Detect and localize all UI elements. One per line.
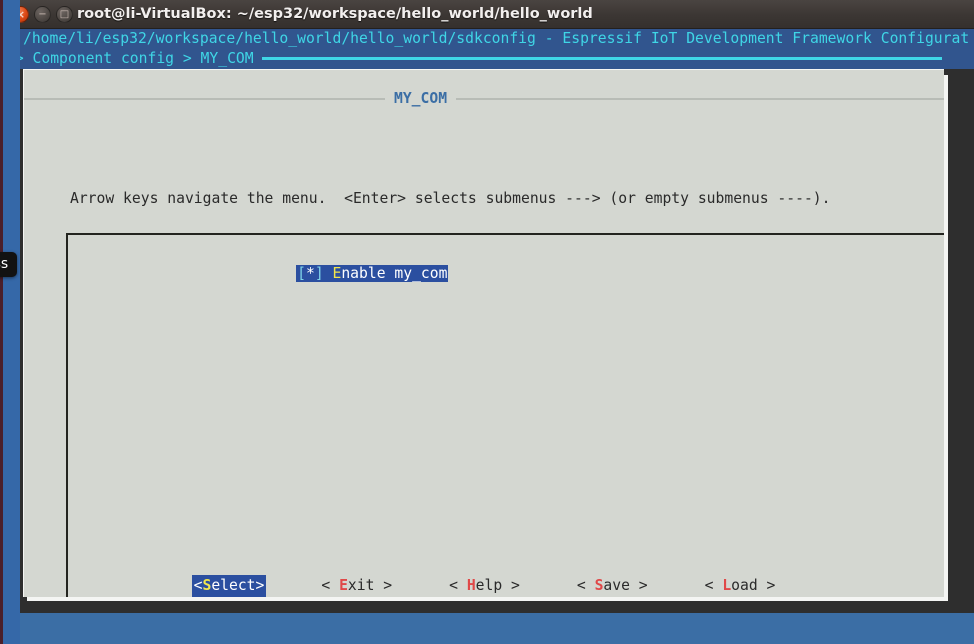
help-hotkey: H <box>466 576 476 594</box>
help-line-1: Arrow keys navigate the menu. <Enter> se… <box>70 190 831 207</box>
terminal-window: × − □ root@li-VirtualBox: ~/esp32/worksp… <box>3 0 974 613</box>
help-prefix: < <box>449 576 467 594</box>
window-title: root@li-VirtualBox: ~/esp32/workspace/he… <box>77 6 593 22</box>
load-rest: oad <box>731 576 758 594</box>
dialog-button-bar: <Select> < Exit > < Help > < Save > < Lo… <box>24 573 944 597</box>
exit-button[interactable]: < Exit > <box>319 575 394 597</box>
checkbox-bracket-open: [ <box>297 265 306 282</box>
dialog-highlight-bottom <box>27 597 948 601</box>
checkbox-bracket-close: ] <box>314 265 324 282</box>
unity-launcher[interactable] <box>0 0 20 644</box>
dialog-frame-title-row: MY_COM <box>24 90 944 107</box>
exit-suffix: > <box>374 576 393 594</box>
dialog-highlight-right <box>944 75 948 601</box>
window-titlebar[interactable]: × − □ root@li-VirtualBox: ~/esp32/worksp… <box>3 0 974 29</box>
frame-rule-right <box>456 98 944 100</box>
desktop-background <box>0 613 974 644</box>
launcher-tooltip: ess <box>0 252 18 277</box>
menuconfig-dialog: MY_COM Arrow keys navigate the menu. <En… <box>23 69 944 597</box>
screen: × − □ root@li-VirtualBox: ~/esp32/worksp… <box>0 0 974 644</box>
select-hotkey: S <box>202 576 212 594</box>
minimize-glyph: − <box>38 8 47 20</box>
maximize-glyph: □ <box>59 8 70 20</box>
frame-rule-left <box>24 98 385 100</box>
save-prefix: < <box>576 576 595 594</box>
list-item[interactable]: [*] Enable my_com <box>190 245 449 282</box>
exit-hotkey: E <box>339 576 348 594</box>
breadcrumb-line: i> Component config > MY_COM <box>6 49 974 69</box>
save-suffix: > <box>629 576 648 594</box>
terminal-body: /home/li/esp32/workspace/hello_world/hel… <box>3 29 974 613</box>
checkbox-state-icon: * <box>305 265 315 282</box>
exit-rest: xit <box>347 576 375 594</box>
load-button[interactable]: < Load > <box>703 575 778 597</box>
breadcrumb-text: i> Component config > MY_COM <box>6 50 254 67</box>
dialog-title: MY_COM <box>394 90 448 107</box>
select-button[interactable]: <Select> <box>191 574 267 597</box>
exit-prefix: < <box>321 576 340 594</box>
item-label: nable my_com <box>341 265 448 282</box>
config-item-enable-my-com[interactable]: [*] Enable my_com <box>296 265 449 282</box>
select-rest: elect <box>211 576 256 594</box>
help-rest: elp <box>475 576 503 594</box>
save-button[interactable]: < Save > <box>575 575 650 597</box>
launcher-edge <box>0 0 3 644</box>
load-hotkey: L <box>722 576 732 594</box>
menuconfig-header: /home/li/esp32/workspace/hello_world/hel… <box>6 29 974 69</box>
save-rest: ave <box>603 576 630 594</box>
help-suffix: > <box>502 576 520 594</box>
item-gap <box>324 265 333 282</box>
minimize-icon[interactable]: − <box>34 6 51 23</box>
select-suffix: > <box>255 576 265 594</box>
load-suffix: > <box>757 576 776 594</box>
window-controls: × − □ <box>12 6 73 23</box>
load-prefix: < <box>704 576 723 594</box>
maximize-icon[interactable]: □ <box>56 6 73 23</box>
help-button[interactable]: < Help > <box>447 575 522 597</box>
header-path-line: /home/li/esp32/workspace/hello_world/hel… <box>23 30 970 47</box>
breadcrumb-rule <box>261 56 942 60</box>
config-option-list[interactable]: [*] Enable my_com <box>66 233 944 597</box>
